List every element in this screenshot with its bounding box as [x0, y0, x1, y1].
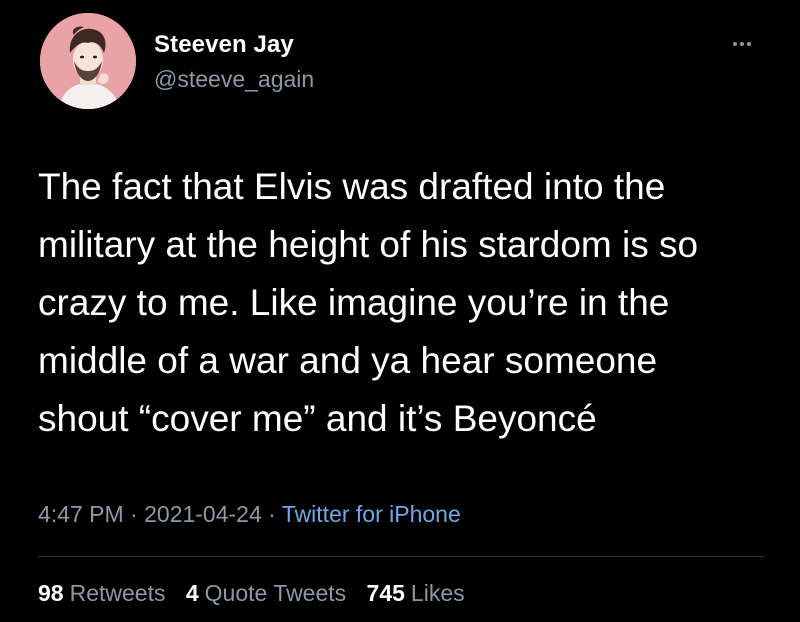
more-dot — [733, 42, 737, 46]
meta-separator: · — [261, 501, 282, 527]
tweet-text: The fact that Elvis was drafted into the… — [38, 166, 699, 439]
author-handle[interactable]: @steeve_again — [154, 66, 314, 93]
more-horizontal-icon[interactable] — [726, 34, 758, 54]
more-dot — [747, 42, 751, 46]
likes-count: 745 — [366, 580, 405, 606]
tweet-stats: 98 Retweets 4 Quote Tweets 745 Likes — [38, 580, 479, 607]
quote-tweets-count: 4 — [185, 580, 199, 606]
quote-tweets-stat[interactable]: 4 Quote Tweets — [186, 580, 346, 606]
tweet-card: Steeven Jay @steeve_again The fact that … — [0, 0, 800, 622]
retweets-stat[interactable]: 98 Retweets — [38, 580, 165, 606]
likes-label: Likes — [410, 580, 465, 606]
retweets-count: 98 — [38, 580, 64, 606]
tweet-meta: 4:47 PM · 2021-04-24 · Twitter for iPhon… — [38, 501, 461, 528]
divider — [38, 556, 764, 557]
avatar[interactable] — [40, 13, 136, 109]
likes-stat[interactable]: 745 Likes — [367, 580, 465, 606]
tweet-source-link[interactable]: Twitter for iPhone — [282, 501, 461, 527]
more-dot — [740, 42, 744, 46]
tweet-time[interactable]: 4:47 PM — [38, 501, 124, 527]
tweet-date[interactable]: 2021-04-24 — [144, 501, 262, 527]
avatar-illustration-icon — [40, 13, 136, 109]
author-display-name[interactable]: Steeven Jay — [154, 31, 294, 59]
meta-separator: · — [123, 501, 145, 527]
quote-tweets-label: Quote Tweets — [204, 580, 347, 606]
retweets-label: Retweets — [69, 580, 166, 606]
